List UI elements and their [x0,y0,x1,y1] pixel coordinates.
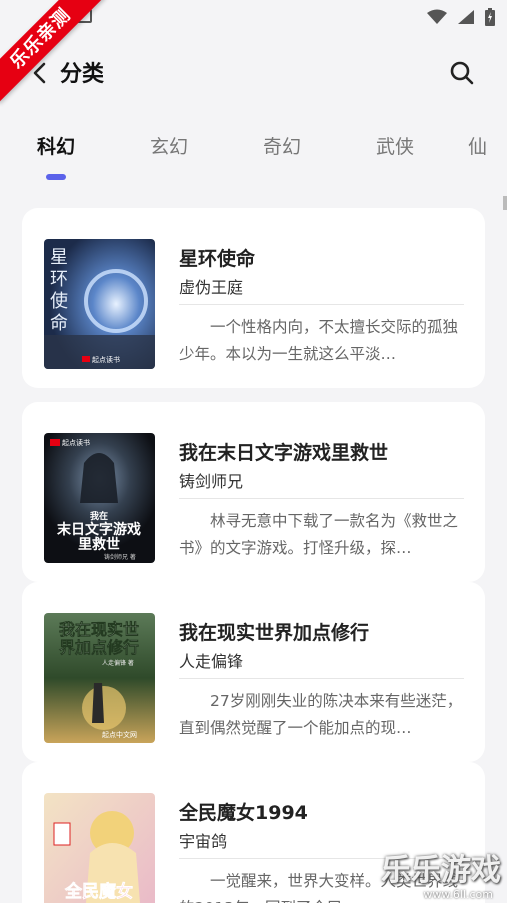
signal-icon [458,10,474,24]
tab-xuanhuan[interactable]: 玄幻 [139,132,199,159]
divider [179,498,464,499]
book-author: 人走偏锋 [179,652,244,671]
svg-text:使: 使 [50,291,68,312]
book-cover: 全民魔女 1994 [44,793,155,903]
svg-text:人走偏锋 著: 人走偏锋 著 [102,659,134,667]
svg-text:全民魔女: 全民魔女 [64,881,133,902]
book-title: 全民魔女1994 [179,802,308,824]
book-cover: 我在现实世 界加点修行 人走偏锋 著 起点中文网 [44,613,155,743]
book-card[interactable]: 我在现实世 界加点修行 人走偏锋 著 起点中文网 我在现实世界加点修行 人走偏锋… [22,582,485,762]
svg-text:起点读书: 起点读书 [62,438,90,447]
book-description: 一个性格内向，不太擅长交际的孤独少年。本以为一生就这么平淡… [179,318,459,363]
watermark-url: www.6ll.com [423,888,493,901]
svg-text:铸剑师兄 著: 铸剑师兄 著 [104,553,136,561]
tab-wuxia[interactable]: 武侠 [365,132,425,159]
svg-text:界加点修行: 界加点修行 [59,638,139,657]
search-button[interactable] [447,58,477,88]
battery-icon [485,8,495,26]
svg-text:星: 星 [50,247,68,268]
watermark-logo: 乐乐游戏 [381,853,501,888]
svg-text:末日文字游戏: 末日文字游戏 [57,521,141,538]
book-cover: 起点读书 我在 末日文字游戏 里救世 铸剑师兄 著 [44,433,155,563]
book-author: 宇宙鸽 [179,832,228,851]
search-icon [450,61,474,85]
divider [179,678,464,679]
svg-text:里救世: 里救世 [78,536,120,553]
tab-xianxia[interactable]: 仙 [468,132,507,159]
category-tabs: 科幻 玄幻 奇幻 武侠 仙 [0,132,507,182]
scrollbar [503,196,507,210]
book-title: 我在末日文字游戏里救世 [179,442,389,464]
book-cover: 星 环 使 命 起点读书 [44,239,155,369]
svg-text:环: 环 [50,269,68,290]
active-tab-indicator [46,174,66,180]
book-title: 星环使命 [179,248,256,270]
wifi-icon [427,9,447,24]
tab-sci-fi[interactable]: 科幻 [26,132,86,159]
svg-text:我在: 我在 [90,510,108,522]
tab-fantasy[interactable]: 奇幻 [252,132,312,159]
book-card[interactable]: 星 环 使 命 起点读书 星环使命 虚伪王庭 一个性格内向，不太擅长交际的孤独少… [22,208,485,388]
book-title: 我在现实世界加点修行 [179,622,370,644]
svg-text:起点中文网: 起点中文网 [102,730,137,739]
svg-text:命: 命 [50,313,68,334]
book-author: 虚伪王庭 [179,278,244,297]
svg-text:我在现实世: 我在现实世 [59,620,139,639]
svg-text:起点读书: 起点读书 [92,355,120,364]
divider [179,304,464,305]
book-author: 铸剑师兄 [179,472,244,491]
book-description: 27岁刚刚失业的陈决本来有些迷茫，直到偶然觉醒了一个能加点的现… [179,692,463,737]
book-card[interactable]: 起点读书 我在 末日文字游戏 里救世 铸剑师兄 著 我在末日文字游戏里救世 铸剑… [22,402,485,582]
page-title: 分类 [60,62,105,87]
header: 分类 [0,46,507,98]
book-description: 林寻无意中下载了一款名为《救世之书》的文字游戏。打怪升级，探… [179,512,459,557]
